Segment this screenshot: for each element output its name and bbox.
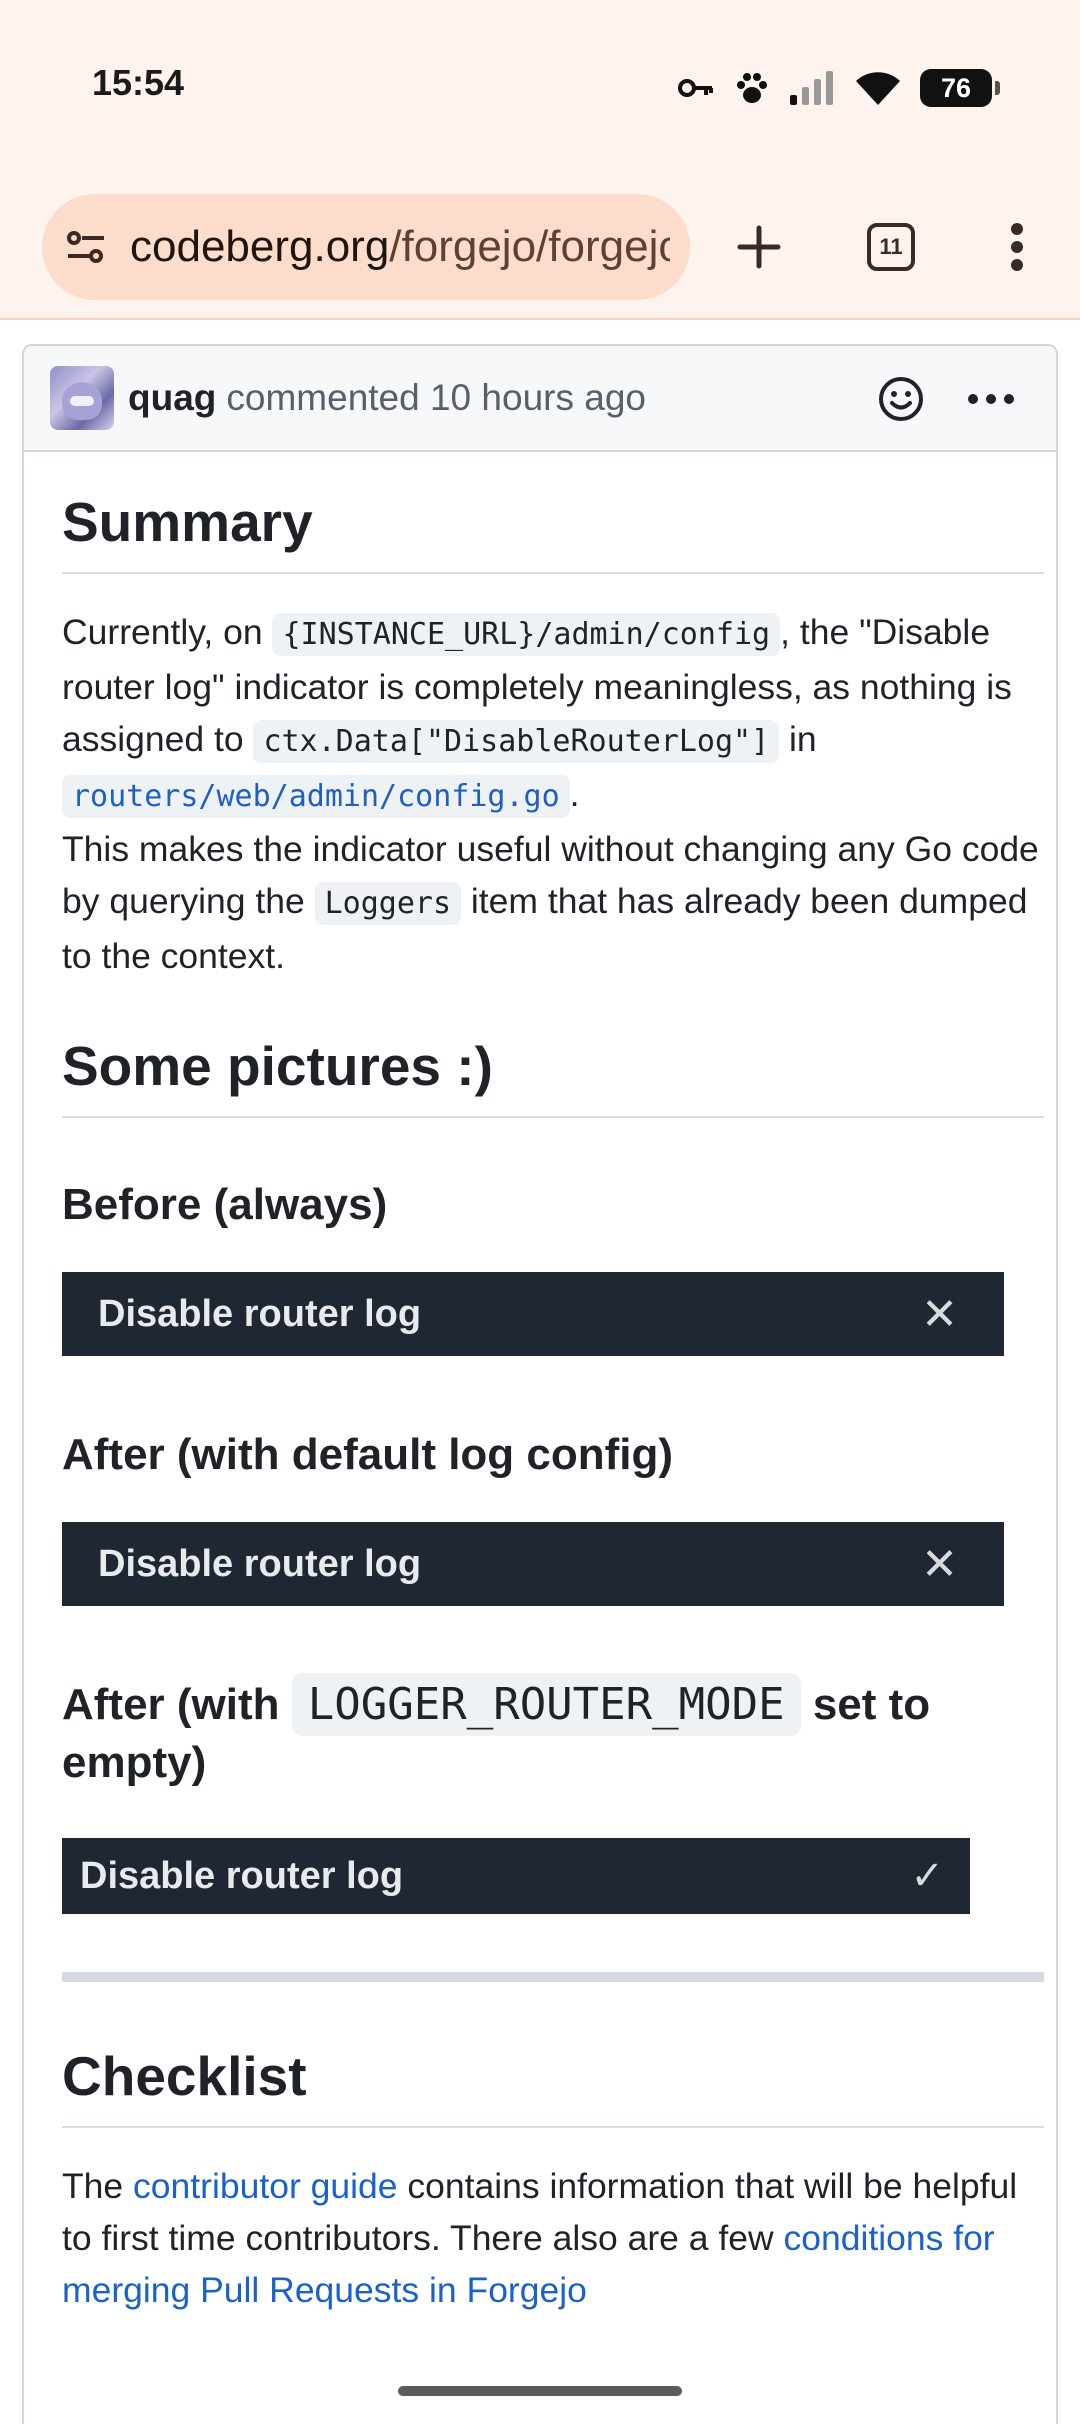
signal-icon — [790, 71, 833, 105]
inline-code-loggers: Loggers — [314, 882, 462, 925]
summary-paragraph-2: This makes the indicator useful without … — [62, 823, 1044, 982]
reaction-button[interactable] — [870, 368, 932, 430]
comment-card: quag commented 10 hours ago Summary Curr… — [22, 344, 1058, 2424]
paw-icon — [737, 73, 767, 103]
url-text[interactable]: codeberg.org/forgejo/forgejo — [130, 222, 670, 272]
key-icon — [678, 79, 713, 97]
status-time: 15:54 — [92, 62, 185, 103]
browser-menu-button[interactable] — [974, 204, 1060, 290]
inline-code-logger-router-mode: LOGGER_ROUTER_MODE — [291, 1673, 801, 1736]
plus-icon — [737, 225, 781, 269]
comment-header: quag commented 10 hours ago — [24, 346, 1056, 452]
site-settings-icon[interactable] — [64, 225, 108, 269]
new-tab-button[interactable] — [716, 204, 802, 290]
check-icon: ✓ — [910, 1854, 944, 1898]
inline-code-disable-router-log: ctx.Data["DisableRouterLog"] — [253, 720, 780, 763]
before-image: Disable router log ✕ — [62, 1272, 1004, 1356]
inline-code-instance-url: {INSTANCE_URL}/admin/config — [272, 613, 781, 656]
cross-icon: ✕ — [921, 1539, 958, 1589]
comment-body: Summary Currently, on {INSTANCE_URL}/adm… — [62, 452, 1044, 2316]
smiley-icon — [879, 377, 923, 421]
image-label: Disable router log — [98, 1292, 422, 1335]
image-label: Disable router log — [98, 1542, 422, 1585]
horizontal-rule — [62, 1972, 1044, 1982]
text-span: The — [62, 2166, 134, 2206]
inline-code-config-path: routers/web/admin/config.go — [62, 775, 570, 818]
checklist-paragraph: The contributor guide contains informati… — [62, 2160, 1044, 2316]
cross-icon: ✕ — [921, 1289, 958, 1339]
checklist-heading: Checklist — [62, 2044, 1044, 2128]
after-default-image: Disable router log ✕ — [62, 1522, 1004, 1606]
text-span: . — [569, 774, 580, 814]
text-span: Currently, on — [62, 612, 273, 652]
tab-count: 11 — [867, 223, 915, 271]
tab-switcher-button[interactable]: 11 — [848, 204, 934, 290]
summary-paragraph-1: Currently, on {INSTANCE_URL}/admin/confi… — [62, 606, 1044, 823]
text-span: After (with — [62, 1680, 292, 1729]
comment-author[interactable]: quag — [128, 377, 216, 419]
battery-icon: 76 — [920, 69, 1000, 107]
avatar[interactable] — [50, 366, 114, 430]
status-icons: 76 — [678, 64, 1000, 112]
after-default-heading: After (with default log config) — [62, 1430, 674, 1479]
status-bar: 15:54 76 — [0, 0, 1080, 180]
home-indicator[interactable] — [398, 2386, 682, 2396]
comment-meta: commented 10 hours ago — [226, 377, 646, 418]
text-span: in — [779, 719, 817, 759]
pictures-heading: Some pictures :) — [62, 1034, 1044, 1118]
browser-toolbar: codeberg.org/forgejo/forgejo 11 — [0, 180, 1080, 320]
contributor-guide-link[interactable]: contributor guide — [133, 2166, 397, 2206]
image-label: Disable router log — [80, 1854, 404, 1897]
url-host: codeberg.org — [130, 222, 390, 271]
address-bar[interactable]: codeberg.org/forgejo/forgejo — [42, 194, 690, 300]
more-horizontal-icon — [968, 394, 1014, 404]
comment-menu-button[interactable] — [960, 368, 1022, 430]
wifi-icon — [856, 72, 900, 105]
config-go-link[interactable]: routers/web/admin/config.go — [62, 774, 570, 818]
battery-level: 76 — [940, 72, 972, 103]
after-empty-image: Disable router log ✓ — [62, 1838, 970, 1914]
url-path: /forgejo/forgejo — [389, 222, 670, 271]
summary-heading: Summary — [62, 490, 1044, 574]
before-heading: Before (always) — [62, 1180, 388, 1229]
after-empty-heading: After (with LOGGER_ROUTER_MODE set to em… — [62, 1673, 1044, 1792]
more-vert-icon — [1011, 223, 1023, 271]
